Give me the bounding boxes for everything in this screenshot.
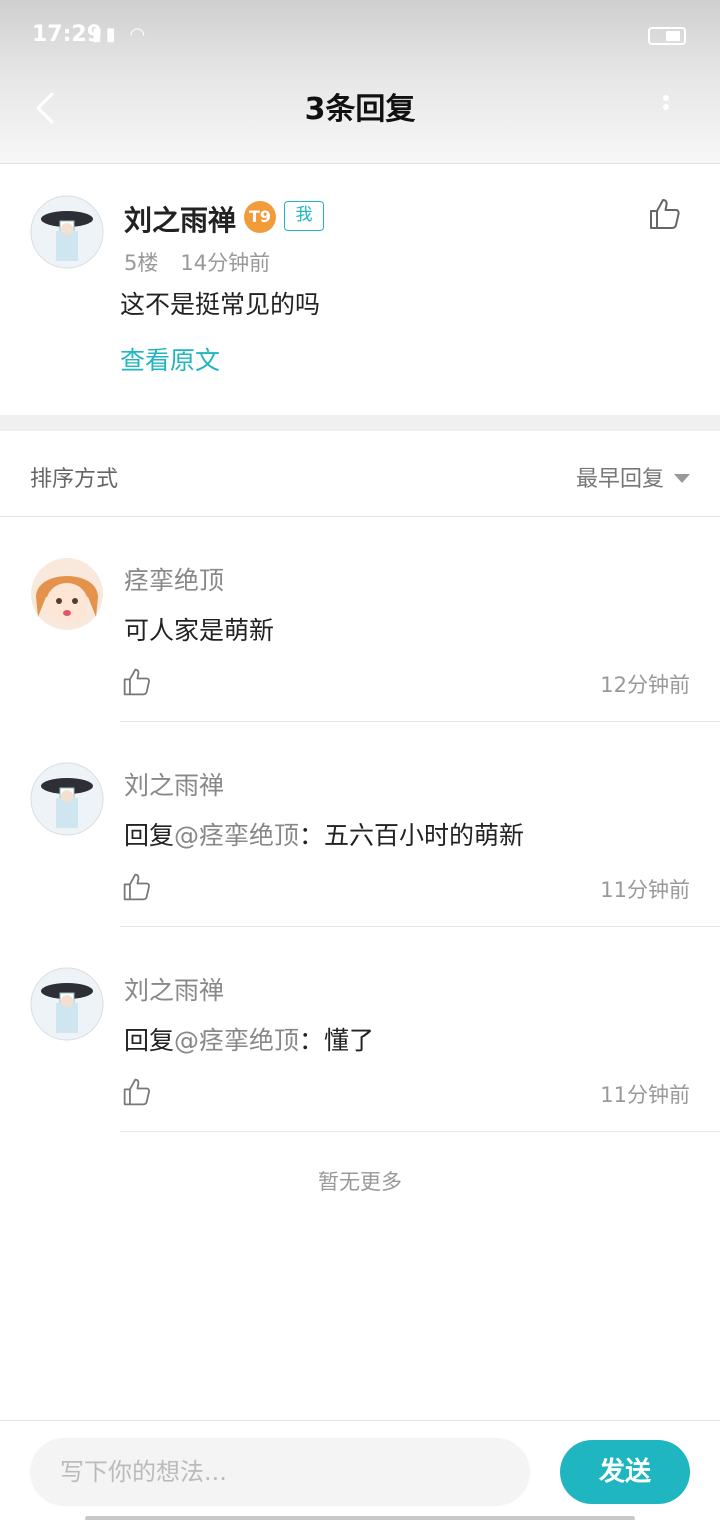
post-meta: 5楼 14分钟前 xyxy=(124,247,270,277)
top-bar: 17:29 ▮▮ ◠ 3条回复 xyxy=(0,0,720,164)
reply-text: 可人家是萌新 xyxy=(124,616,275,645)
more-vertical-icon xyxy=(663,95,669,101)
post-text: 这不是挺常见的吗 xyxy=(120,290,321,319)
page-title: 3条回复 xyxy=(304,92,416,127)
divider xyxy=(120,1131,720,1132)
thumbs-up-icon xyxy=(650,199,680,229)
more-button[interactable] xyxy=(652,92,680,126)
reply-item: 刘之雨禅 回复@痉挛绝顶：懂了 11分钟前 xyxy=(0,927,720,1132)
like-button[interactable] xyxy=(122,1077,152,1107)
reply-username[interactable]: 刘之雨禅 xyxy=(124,766,224,802)
reply-text: 回复@痉挛绝顶：懂了 xyxy=(124,1026,375,1055)
reply-item: 痉挛绝顶 可人家是萌新 12分钟前 xyxy=(0,517,720,722)
sort-bar: 排序方式 最早回复 xyxy=(0,431,720,517)
like-button[interactable] xyxy=(122,667,152,697)
avatar[interactable] xyxy=(30,762,104,836)
reply-username[interactable]: 刘之雨禅 xyxy=(124,971,224,1007)
avatar[interactable] xyxy=(30,195,104,269)
sort-label: 排序方式 xyxy=(30,467,119,492)
mention-link[interactable]: @痉挛绝顶 xyxy=(174,1026,299,1055)
me-badge: 我 xyxy=(284,201,324,231)
thumbs-up-icon xyxy=(123,873,150,901)
sort-dropdown[interactable]: 最早回复 xyxy=(576,461,690,493)
reply-text: 回复@痉挛绝顶：五六百小时的萌新 xyxy=(124,821,525,850)
signal-wifi-icon: ▮▮ ◠ xyxy=(92,24,150,45)
reply-item: 刘之雨禅 回复@痉挛绝顶：五六百小时的萌新 11分钟前 xyxy=(0,722,720,927)
caret-down-icon xyxy=(674,473,690,483)
sort-selected: 最早回复 xyxy=(575,467,664,492)
floor-number: 5楼 xyxy=(124,251,159,275)
battery-icon xyxy=(648,27,686,45)
level-badge: T9 xyxy=(244,201,276,233)
comment-composer: 发送 xyxy=(0,1420,720,1520)
reply-time: 11分钟前 xyxy=(600,878,690,902)
post-username[interactable]: 刘之雨禅 xyxy=(124,199,236,239)
like-button[interactable] xyxy=(648,197,682,231)
avatar[interactable] xyxy=(30,967,104,1041)
mention-link[interactable]: @痉挛绝顶 xyxy=(174,821,299,850)
send-button[interactable]: 发送 xyxy=(560,1440,690,1504)
no-more-label: 暂无更多 xyxy=(318,1170,402,1194)
view-original-link[interactable]: 查看原文 xyxy=(120,341,220,377)
comment-input[interactable] xyxy=(30,1438,530,1506)
home-indicator[interactable] xyxy=(85,1516,635,1520)
main-post: 刘之雨禅 T9 我 5楼 14分钟前 这不是挺常见的吗 查看原文 xyxy=(0,165,720,415)
post-time: 14分钟前 xyxy=(180,251,271,275)
avatar[interactable] xyxy=(30,557,104,631)
like-button[interactable] xyxy=(122,872,152,902)
reply-time: 12分钟前 xyxy=(600,673,690,697)
reply-time: 11分钟前 xyxy=(600,1083,690,1107)
reply-username[interactable]: 痉挛绝顶 xyxy=(124,561,224,597)
section-divider xyxy=(0,415,720,431)
thumbs-up-icon xyxy=(123,1078,150,1106)
thumbs-up-icon xyxy=(123,668,150,696)
